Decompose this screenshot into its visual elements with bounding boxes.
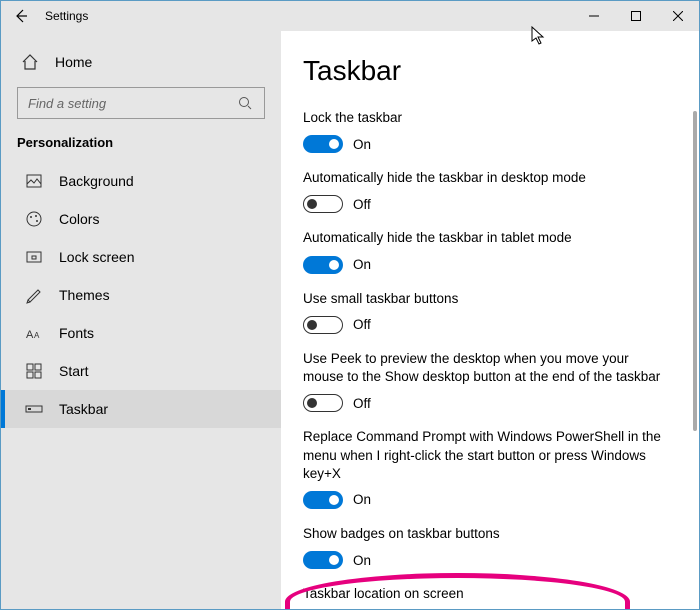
- search-icon: [236, 94, 254, 112]
- picture-icon: [25, 172, 43, 190]
- palette-icon: [25, 210, 43, 228]
- search-box[interactable]: [17, 87, 265, 119]
- sidebar-item-lock-screen[interactable]: Lock screen: [1, 238, 281, 276]
- setting-label-4: Use Peek to preview the desktop when you…: [303, 350, 669, 386]
- back-button[interactable]: [7, 2, 35, 30]
- sidebar-item-background[interactable]: Background: [1, 162, 281, 200]
- sidebar-item-label: Lock screen: [59, 249, 134, 265]
- setting-toggle-1[interactable]: [303, 195, 343, 213]
- sidebar-item-label: Background: [59, 173, 134, 189]
- settings-window: Settings Home: [0, 0, 700, 610]
- sidebar-item-label: Fonts: [59, 325, 94, 341]
- taskbar-icon: [25, 400, 43, 418]
- sidebar-item-label: Start: [59, 363, 89, 379]
- setting-label-1: Automatically hide the taskbar in deskto…: [303, 169, 669, 187]
- setting-state-6: On: [353, 553, 371, 568]
- setting-toggle-0[interactable]: [303, 135, 343, 153]
- category-header: Personalization: [1, 133, 281, 162]
- sidebar-item-label: Taskbar: [59, 401, 108, 417]
- themes-icon: [25, 286, 43, 304]
- setting-state-3: Off: [353, 317, 371, 332]
- setting-toggle-3[interactable]: [303, 316, 343, 334]
- setting-state-2: On: [353, 257, 371, 272]
- sidebar-item-themes[interactable]: Themes: [1, 276, 281, 314]
- main-panel: Taskbar Lock the taskbar On Automaticall…: [281, 31, 699, 609]
- scrollbar-thumb[interactable]: [693, 111, 697, 431]
- titlebar: Settings: [1, 1, 699, 31]
- lock-screen-icon: [25, 248, 43, 266]
- setting-state-0: On: [353, 137, 371, 152]
- sidebar-item-start[interactable]: Start: [1, 352, 281, 390]
- setting-label-3: Use small taskbar buttons: [303, 290, 669, 308]
- arrow-left-icon: [12, 7, 30, 25]
- sidebar-item-label: Colors: [59, 211, 99, 227]
- svg-text:A: A: [34, 331, 40, 340]
- setting-label-6: Show badges on taskbar buttons: [303, 525, 669, 543]
- close-button[interactable]: [657, 1, 699, 31]
- sidebar: Home Personalization Background Colors L…: [1, 31, 281, 609]
- home-label: Home: [55, 54, 92, 70]
- setting-toggle-5[interactable]: [303, 491, 343, 509]
- fonts-icon: AA: [25, 324, 43, 342]
- start-icon: [25, 362, 43, 380]
- home-link[interactable]: Home: [1, 47, 281, 77]
- minimize-button[interactable]: [573, 1, 615, 31]
- sidebar-item-taskbar[interactable]: Taskbar: [1, 390, 281, 428]
- setting-label-2: Automatically hide the taskbar in tablet…: [303, 229, 669, 247]
- setting-toggle-4[interactable]: [303, 394, 343, 412]
- sidebar-item-colors[interactable]: Colors: [1, 200, 281, 238]
- setting-state-5: On: [353, 492, 371, 507]
- setting-label-5: Replace Command Prompt with Windows Powe…: [303, 428, 669, 483]
- search-input[interactable]: [28, 96, 236, 111]
- setting-toggle-6[interactable]: [303, 551, 343, 569]
- taskbar-location-label: Taskbar location on screen: [303, 585, 669, 603]
- maximize-button[interactable]: [615, 1, 657, 31]
- app-title: Settings: [45, 9, 88, 23]
- setting-state-1: Off: [353, 197, 371, 212]
- sidebar-item-label: Themes: [59, 287, 110, 303]
- home-icon: [21, 53, 39, 71]
- sidebar-item-fonts[interactable]: AA Fonts: [1, 314, 281, 352]
- setting-label-0: Lock the taskbar: [303, 109, 669, 127]
- setting-toggle-2[interactable]: [303, 256, 343, 274]
- page-title: Taskbar: [303, 55, 669, 87]
- setting-state-4: Off: [353, 396, 371, 411]
- svg-text:A: A: [26, 329, 34, 341]
